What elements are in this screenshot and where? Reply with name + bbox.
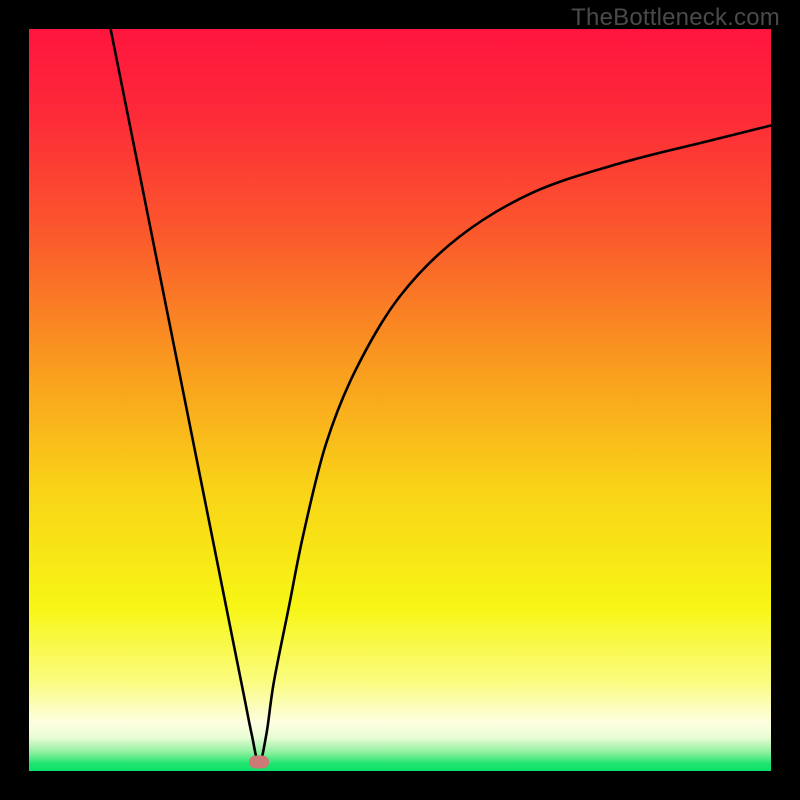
gradient-background	[29, 29, 771, 771]
chart-frame: TheBottleneck.com	[0, 0, 800, 800]
plot-area	[29, 29, 771, 771]
optimum-marker	[249, 756, 269, 769]
chart-svg	[29, 29, 771, 771]
watermark-text: TheBottleneck.com	[571, 4, 780, 32]
